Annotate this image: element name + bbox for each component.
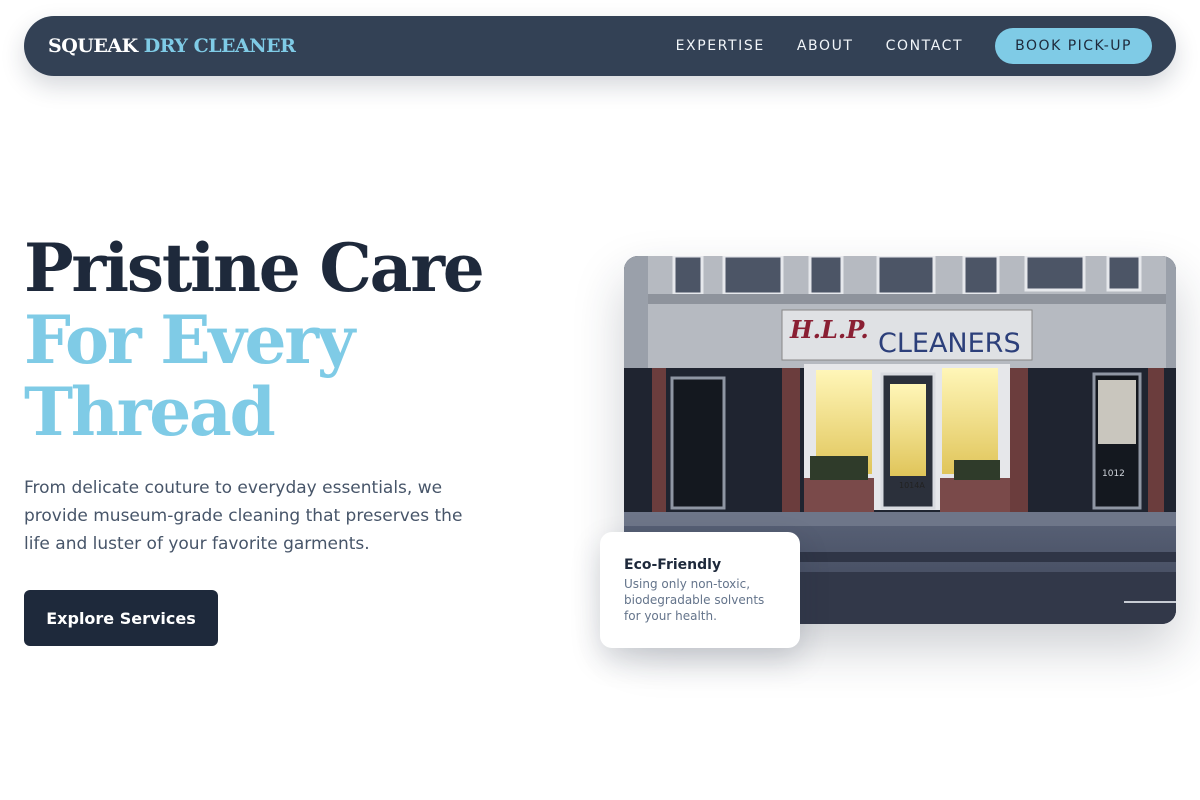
sign-main-text: CLEANERS <box>878 328 1021 359</box>
brand-name-accent: DRY CLEANER <box>143 35 296 57</box>
brand-name-primary: SQUEAK <box>48 35 138 57</box>
eco-friendly-card: Eco-Friendly Using only non-toxic, biode… <box>600 532 800 648</box>
top-navbar: SQUEAK DRY CLEANER EXPERTISE ABOUT CONTA… <box>24 16 1176 76</box>
nav-link-contact[interactable]: CONTACT <box>886 38 964 54</box>
hero-title-line-2: For Every <box>24 301 355 379</box>
hero-title-line-1: Pristine Care <box>24 229 485 307</box>
nav-link-expertise[interactable]: EXPERTISE <box>676 38 765 54</box>
nav-links: EXPERTISE ABOUT CONTACT BOOK PICK-UP <box>676 28 1152 64</box>
book-pickup-button[interactable]: BOOK PICK-UP <box>995 28 1152 64</box>
hero-title-line-3: Thread <box>24 373 276 451</box>
card-description: Using only non-toxic, biodegradable solv… <box>624 577 765 623</box>
explore-services-button[interactable]: Explore Services <box>24 590 218 646</box>
sign-script-text: H.L.P. <box>789 315 869 344</box>
brand-logo[interactable]: SQUEAK DRY CLEANER <box>48 35 296 57</box>
hero-description: From delicate couture to everyday essent… <box>24 478 463 554</box>
nav-link-about[interactable]: ABOUT <box>797 38 854 54</box>
address-number-right: 1012 <box>1102 469 1125 479</box>
address-number-center: 1014A <box>899 481 925 490</box>
hero-title: Pristine Care For Every Thread <box>24 232 584 448</box>
card-title: Eco-Friendly <box>624 557 722 573</box>
